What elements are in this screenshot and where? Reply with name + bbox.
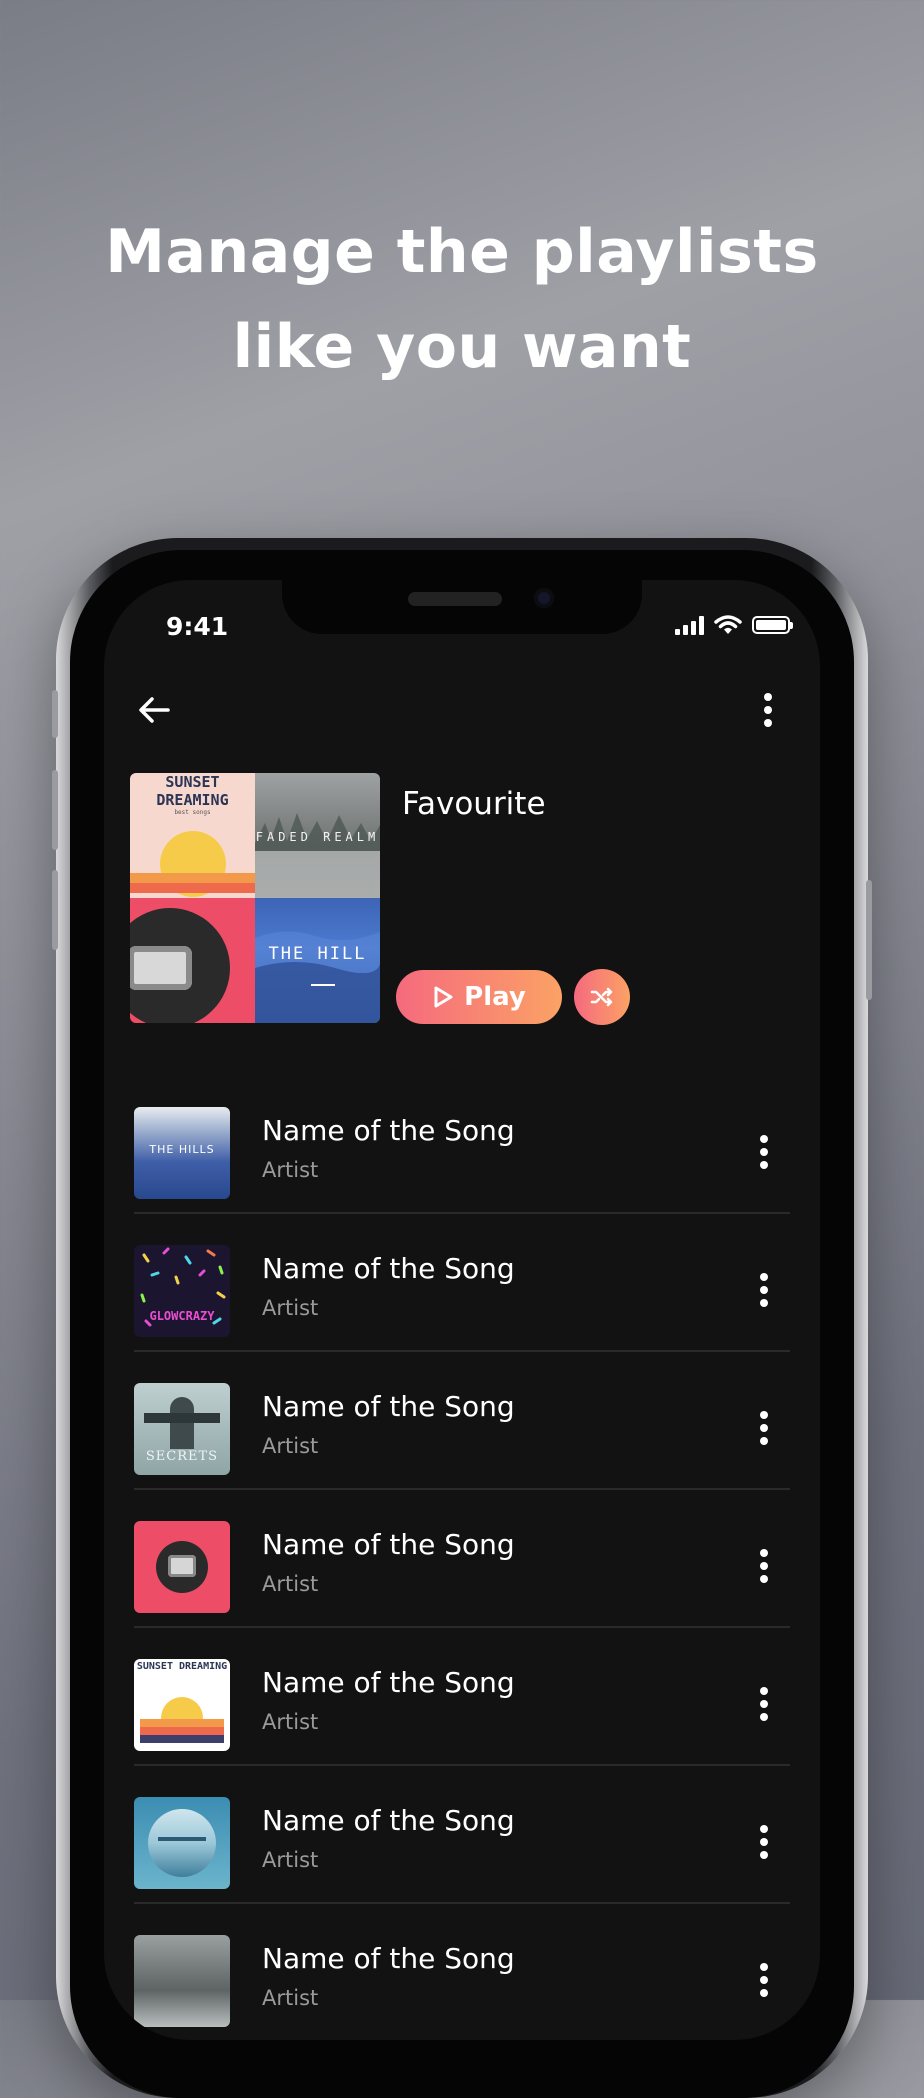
song-row[interactable]: GLOWCRAZY Name of the Song Artist [134,1214,790,1352]
song-title: Name of the Song [262,1114,515,1147]
song-more-button[interactable] [752,1406,776,1450]
song-cover-text: THE HILLS [149,1143,215,1156]
phone-volume-down [52,870,58,950]
play-icon [434,986,453,1008]
arrow-left-icon [139,697,170,723]
song-row[interactable]: SUNSET DREAMING Name of the Song Artist [134,1628,790,1766]
song-cover [134,1935,230,2027]
song-title: Name of the Song [262,1252,515,1285]
song-row[interactable]: SECRETS Name of the Song Artist [134,1352,790,1490]
song-title: Name of the Song [262,1390,515,1423]
front-camera [534,588,554,608]
headline-line-2: like you want [232,312,692,382]
song-more-button[interactable] [752,1130,776,1174]
cover-tile-the-hill: THE HILL [255,898,380,1023]
song-cover-text: SUNSET DREAMING [136,1661,228,1672]
shuffle-button[interactable] [574,969,630,1025]
song-artist: Artist [262,1572,319,1596]
headline-line-1: Manage the playlists [105,217,819,287]
song-row[interactable]: Name of the Song Artist [134,1904,790,2040]
notch [282,580,642,634]
status-icons [675,614,793,636]
back-button[interactable] [134,690,174,730]
song-more-button[interactable] [752,1682,776,1726]
disk-shape [130,908,230,1023]
cover-text-faded: FADED REALM [255,830,380,844]
speaker-grille [408,592,502,606]
song-title: Name of the Song [262,1528,515,1561]
song-cover: THE HILLS [134,1107,230,1199]
battery-icon [752,616,793,634]
cover-tile-single: single [130,898,255,1023]
song-artist: Artist [262,1296,319,1320]
song-artist: Artist [262,1986,319,2010]
wifi-icon [714,615,742,634]
promo-headline: Manage the playlists like you want [0,205,924,395]
song-artist: Artist [262,1158,319,1182]
cover-text-sunset: SUNSET DREAMING [156,773,229,809]
song-cover [134,1521,230,1613]
playlist-title: Favourite [402,786,546,822]
phone-silent-switch [52,690,58,738]
song-cover-text: SECRETS [145,1449,219,1464]
song-cover: SUNSET DREAMING [134,1659,230,1751]
song-more-button[interactable] [752,1268,776,1312]
shuffle-icon [590,987,613,1007]
song-cover: GLOWCRAZY [134,1245,230,1337]
song-cover: SECRETS [134,1383,230,1475]
app-screen: 9:41 SUNSET DREAMING best songs FADED RE… [104,580,820,2040]
cover-tile-faded-realm: FADED REALM [255,773,380,898]
song-more-button[interactable] [752,1820,776,1864]
status-time: 9:41 [166,612,229,641]
song-more-button[interactable] [752,1958,776,2002]
phone-volume-up [52,770,58,850]
song-artist: Artist [262,1434,319,1458]
song-artist: Artist [262,1710,319,1734]
signal-icon [675,615,704,635]
play-button-label: Play [464,982,526,1012]
song-cover [134,1797,230,1889]
song-row[interactable]: Name of the Song Artist [134,1766,790,1904]
song-list: THE HILLS Name of the Song Artist GLOWCR… [134,1076,790,2040]
cover-tile-sunset: SUNSET DREAMING best songs [130,773,255,898]
song-more-button[interactable] [752,1544,776,1588]
song-title: Name of the Song [262,1666,515,1699]
song-row[interactable]: THE HILLS Name of the Song Artist [134,1076,790,1214]
song-artist: Artist [262,1848,319,1872]
song-row[interactable]: Name of the Song Artist [134,1490,790,1628]
song-title: Name of the Song [262,1804,515,1837]
play-button[interactable]: Play [396,970,562,1024]
cover-text-hill: THE HILL [268,944,367,964]
song-title: Name of the Song [262,1942,515,1975]
more-options-button[interactable] [756,688,780,732]
phone-power-button [866,880,872,1000]
cover-text-sunset-sub: best songs [174,809,211,816]
cover-text-single: single [149,1010,176,1018]
playlist-cover: SUNSET DREAMING best songs FADED REALM s… [130,773,380,1023]
song-cover-text: GLOWCRAZY [149,1309,215,1323]
